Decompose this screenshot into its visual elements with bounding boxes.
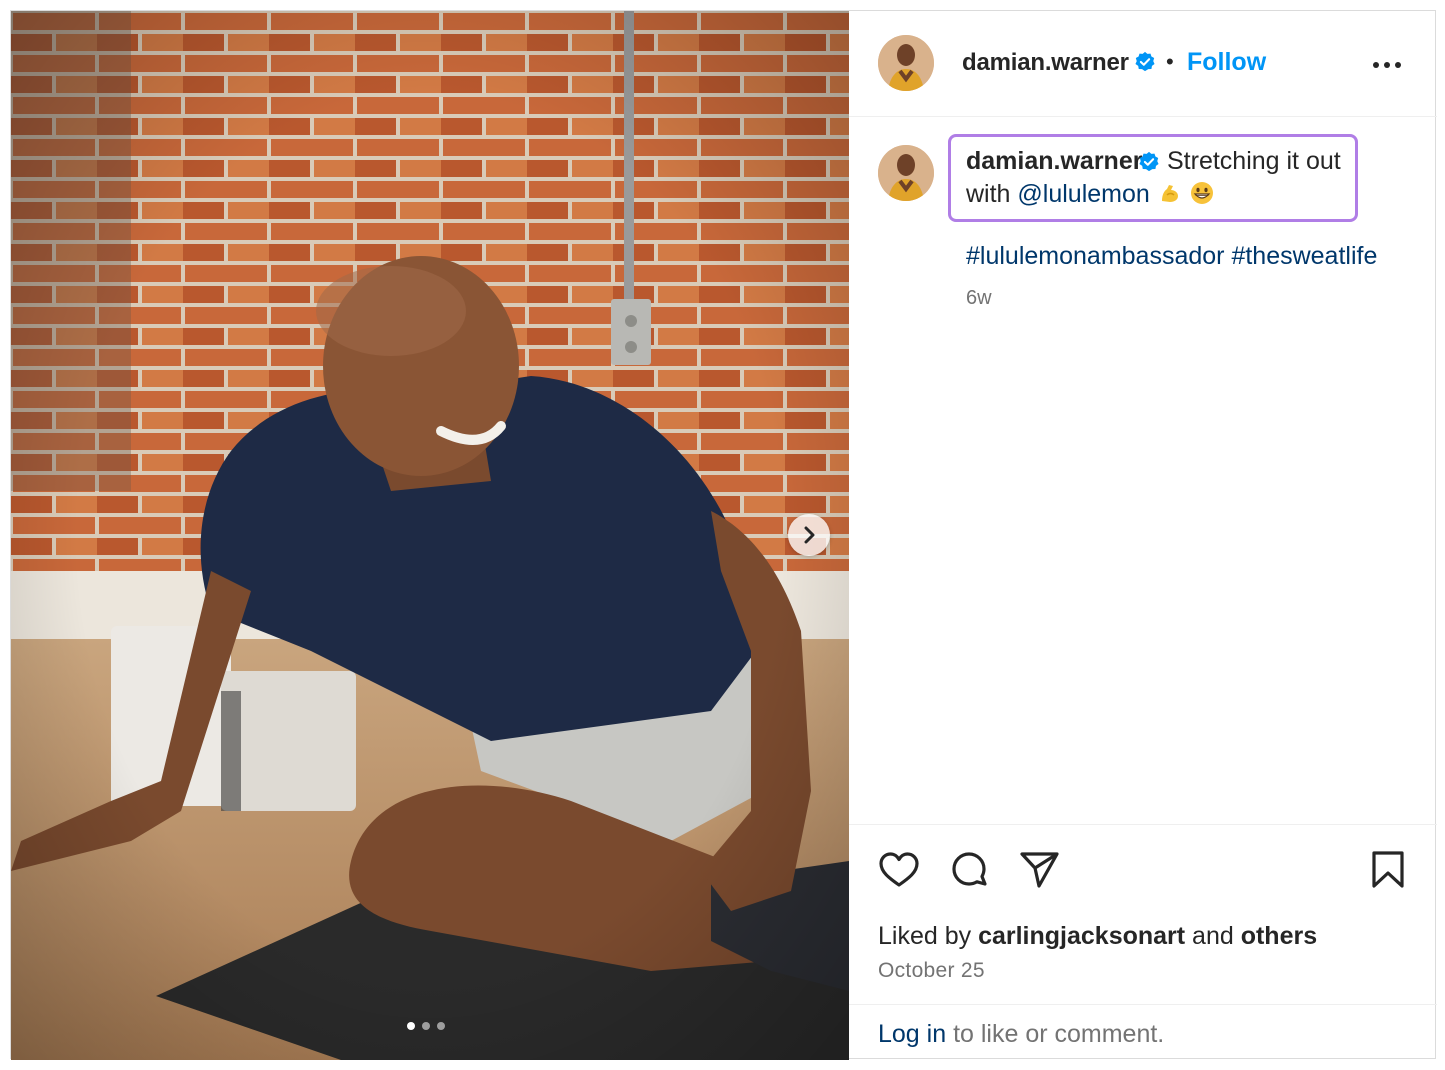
follow-button[interactable]: Follow xyxy=(1187,48,1266,77)
comment-button[interactable] xyxy=(947,849,991,893)
likes-prefix: Liked by xyxy=(878,922,979,950)
more-options-icon-dot xyxy=(1395,62,1401,68)
actions-divider xyxy=(849,824,1437,825)
more-options-button[interactable] xyxy=(1369,53,1405,77)
more-options-icon xyxy=(1373,62,1379,68)
comment-icon xyxy=(952,852,987,886)
verified-badge-icon xyxy=(1135,51,1155,72)
instagram-post: damian.warner • Follow damian.warner Str… xyxy=(10,10,1437,1060)
post-photo[interactable] xyxy=(11,11,849,1060)
caption-username-text[interactable]: damian.warner xyxy=(966,147,1142,175)
separator-dot: • xyxy=(1166,49,1174,74)
flexed-biceps-emoji-icon xyxy=(1161,185,1178,202)
hashtag-link[interactable]: #lululemonambassador xyxy=(966,242,1224,270)
login-prompt-text: to like or comment. xyxy=(946,1020,1165,1048)
likes-middle: and xyxy=(1185,922,1241,950)
avatar-image xyxy=(878,35,934,91)
caption-with: with xyxy=(966,180,1018,208)
photo-man-stretching xyxy=(11,11,849,1060)
login-link[interactable]: Log in xyxy=(878,1020,946,1048)
avatar-image xyxy=(878,145,934,201)
likes-others-link[interactable]: others xyxy=(1241,922,1317,950)
post-sidebar: damian.warner • Follow damian.warner Str… xyxy=(849,11,1437,1060)
more-options-icon-dot xyxy=(1384,62,1390,68)
caption-avatar[interactable] xyxy=(878,145,934,201)
carousel-indicator xyxy=(407,1022,445,1030)
share-button[interactable] xyxy=(1017,848,1061,892)
avatar[interactable] xyxy=(878,35,934,91)
hashtags: #lululemonambassador #thesweatlife xyxy=(966,242,1377,271)
carousel-dot xyxy=(422,1022,430,1030)
share-icon xyxy=(1020,852,1059,888)
chevron-right-icon xyxy=(804,526,815,544)
likes-user-link[interactable]: carlingjacksonart xyxy=(978,922,1185,950)
carousel-next-button[interactable] xyxy=(788,514,830,556)
caption-text-line2: with @lululemon xyxy=(966,180,1214,209)
carousel-dot xyxy=(437,1022,445,1030)
bookmark-icon xyxy=(1372,851,1404,888)
post-header: damian.warner • Follow xyxy=(849,11,1437,117)
hashtag-link[interactable]: #thesweatlife xyxy=(1231,242,1377,270)
heart-icon xyxy=(879,852,919,887)
carousel-dot-active xyxy=(407,1022,415,1030)
verified-badge-icon xyxy=(1139,151,1159,172)
caption-mention-link[interactable]: @lululemon xyxy=(1017,180,1149,208)
caption-username[interactable]: damian.warner xyxy=(966,147,1142,176)
caption-time-ago[interactable]: 6w xyxy=(966,287,992,310)
likes-summary: Liked by carlingjacksonart and others xyxy=(878,922,1317,951)
save-button[interactable] xyxy=(1366,848,1410,892)
caption-text: Stretching it out xyxy=(1167,147,1341,175)
author-username[interactable]: damian.warner xyxy=(962,49,1129,77)
post-date[interactable]: October 25 xyxy=(878,959,985,983)
like-button[interactable] xyxy=(877,848,921,892)
grinning-face-emoji-icon xyxy=(1190,182,1213,204)
login-prompt: Log in to like or comment. xyxy=(878,1020,1164,1049)
